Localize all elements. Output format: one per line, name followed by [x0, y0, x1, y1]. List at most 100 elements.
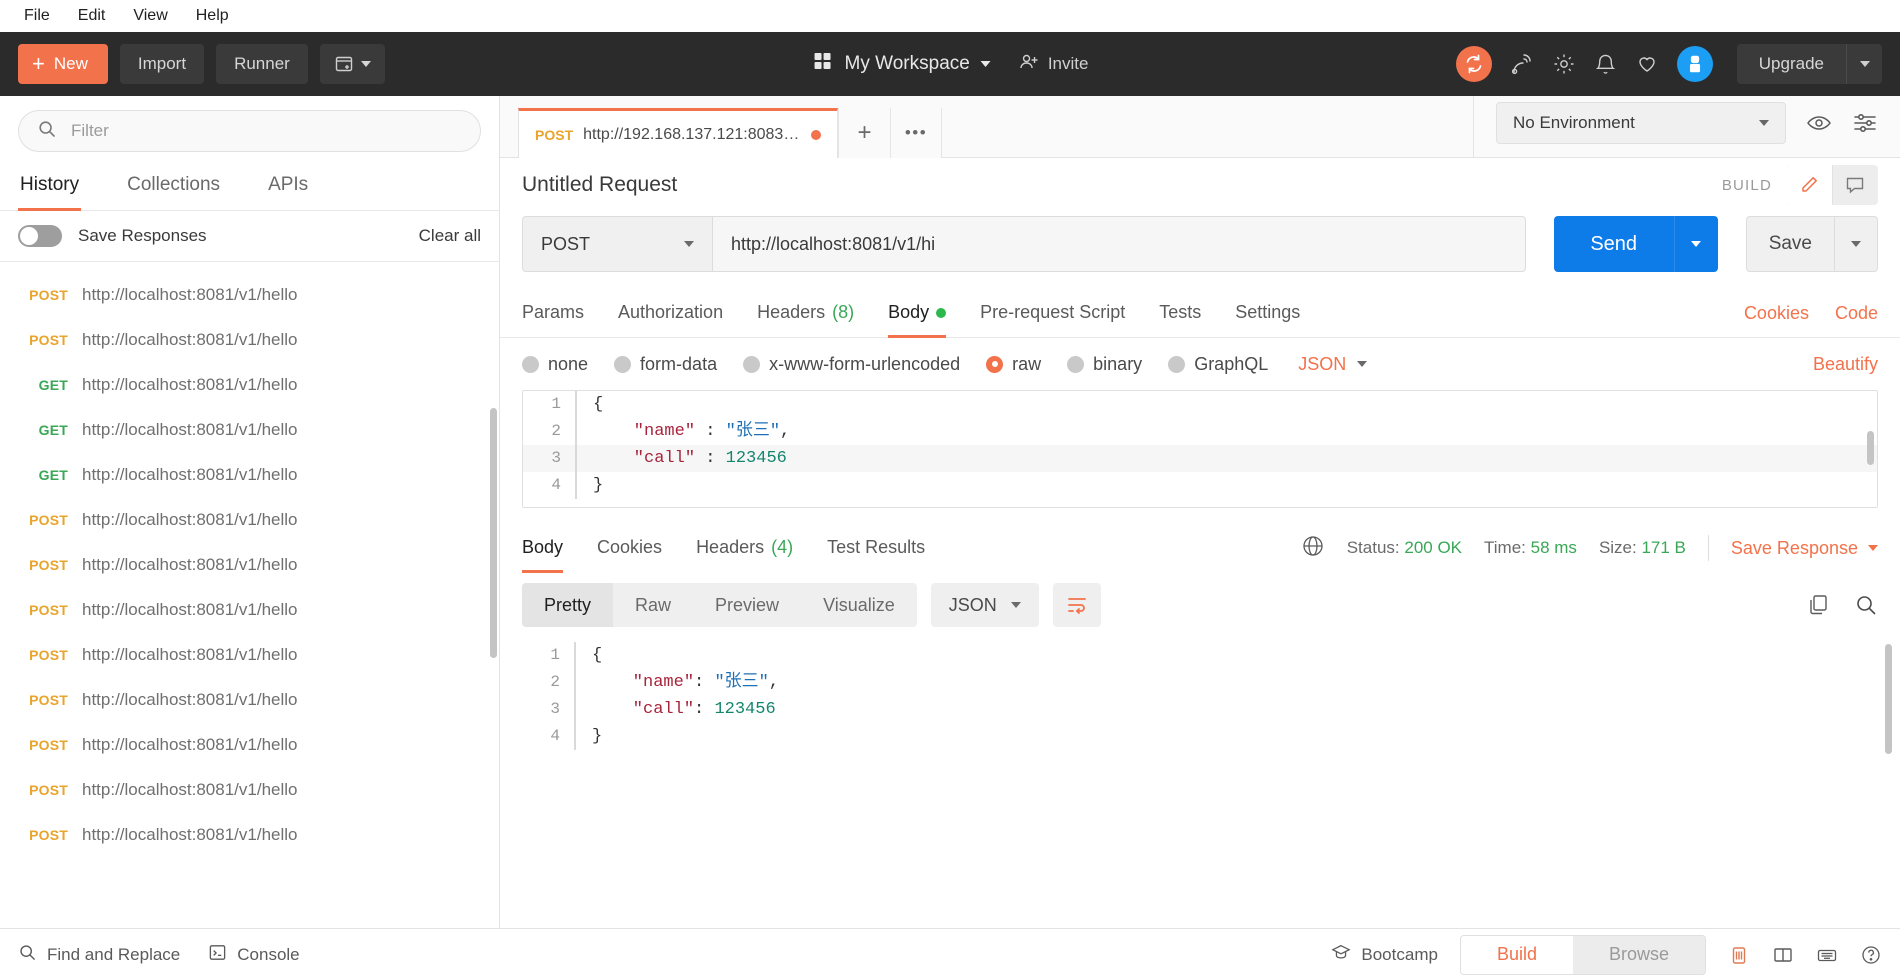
response-tab-test-results[interactable]: Test Results	[827, 525, 925, 573]
eye-icon[interactable]	[1806, 110, 1832, 136]
history-item[interactable]: POST http://localhost:8081/v1/hello	[0, 272, 499, 317]
body-option-form-data[interactable]: form-data	[614, 354, 717, 375]
save-response-button[interactable]: Save Response	[1731, 538, 1878, 559]
response-tab-cookies[interactable]: Cookies	[597, 525, 662, 573]
upgrade-button[interactable]: Upgrade	[1736, 44, 1846, 84]
request-tab[interactable]: POST http://192.168.137.121:8083/c...	[518, 108, 838, 158]
history-item[interactable]: GET http://localhost:8081/v1/hello	[0, 407, 499, 452]
tab-body[interactable]: Body	[888, 290, 947, 338]
history-item-method: POST	[29, 646, 68, 663]
history-item[interactable]: POST http://localhost:8081/v1/hello	[0, 767, 499, 812]
chevron-down-icon	[360, 61, 371, 67]
request-body-editor[interactable]: 1{2 "name" : "张三", 3 "call" : 123456 4}	[522, 390, 1878, 508]
url-input[interactable]	[712, 216, 1526, 272]
history-item-url: http://localhost:8081/v1/hello	[82, 824, 298, 844]
help-icon[interactable]	[1860, 944, 1882, 966]
heart-icon[interactable]	[1635, 52, 1659, 76]
history-item[interactable]: POST http://localhost:8081/v1/hello	[0, 632, 499, 677]
body-option-urlencoded[interactable]: x-www-form-urlencoded	[743, 354, 960, 375]
tab-settings[interactable]: Settings	[1235, 290, 1300, 338]
search-input[interactable]	[71, 121, 462, 141]
beautify-button[interactable]: Beautify	[1813, 354, 1878, 375]
menu-view[interactable]: View	[119, 4, 181, 28]
footer-browse-button[interactable]: Browse	[1572, 935, 1705, 974]
trash-icon[interactable]	[1728, 944, 1750, 966]
menu-help[interactable]: Help	[182, 4, 243, 28]
sidebar-tab-collections[interactable]: Collections	[125, 164, 222, 211]
workspace-selector[interactable]: My Workspace	[812, 50, 991, 78]
tab-tests[interactable]: Tests	[1159, 290, 1201, 338]
sync-icon[interactable]	[1455, 46, 1492, 82]
response-tab-headers[interactable]: Headers (4)	[696, 525, 793, 573]
footer-build-button[interactable]: Build	[1460, 935, 1573, 974]
more-tabs-button[interactable]: •••	[890, 108, 942, 158]
view-pretty[interactable]: Pretty	[522, 583, 614, 627]
comment-icon[interactable]	[1832, 165, 1878, 205]
save-request-button[interactable]: Save	[1745, 216, 1834, 272]
import-button[interactable]: Import	[119, 44, 205, 84]
tab-authorization[interactable]: Authorization	[618, 290, 723, 338]
cookies-link[interactable]: Cookies	[1744, 303, 1809, 324]
menu-edit[interactable]: Edit	[64, 4, 120, 28]
runner-button[interactable]: Runner	[216, 44, 308, 84]
sidebar-tab-history[interactable]: History	[18, 164, 82, 211]
body-option-binary[interactable]: binary	[1067, 354, 1142, 375]
response-scrollbar[interactable]	[1885, 644, 1892, 754]
history-item[interactable]: GET http://localhost:8081/v1/hello	[0, 452, 499, 497]
save-responses-toggle[interactable]	[18, 225, 62, 247]
save-dropdown-button[interactable]	[1834, 216, 1878, 272]
filter-box[interactable]	[18, 110, 481, 152]
history-item[interactable]: POST http://localhost:8081/v1/hello	[0, 587, 499, 632]
clear-all-button[interactable]: Clear all	[419, 226, 481, 246]
search-icon[interactable]	[1854, 593, 1878, 617]
view-preview[interactable]: Preview	[693, 583, 801, 627]
send-button[interactable]: Send	[1553, 216, 1674, 272]
response-format-selector[interactable]: JSON	[930, 583, 1039, 627]
tab-pre-request-script[interactable]: Pre-request Script	[980, 290, 1125, 338]
keyboard-icon[interactable]	[1816, 944, 1838, 966]
upgrade-dropdown-button[interactable]	[1846, 44, 1882, 84]
body-option-graphql[interactable]: GraphQL	[1168, 354, 1268, 375]
bell-icon[interactable]	[1594, 53, 1617, 76]
history-item[interactable]: GET http://localhost:8081/v1/hello	[0, 362, 499, 407]
sliders-icon[interactable]	[1852, 110, 1878, 136]
history-item[interactable]: POST http://localhost:8081/v1/hello	[0, 317, 499, 362]
pencil-icon[interactable]	[1786, 165, 1832, 205]
copy-icon[interactable]	[1806, 593, 1830, 617]
view-raw[interactable]: Raw	[613, 583, 693, 627]
new-window-button[interactable]	[319, 44, 385, 84]
tab-params[interactable]: Params	[522, 290, 584, 338]
user-avatar-icon[interactable]	[1676, 46, 1713, 82]
sidebar-scrollbar[interactable]	[490, 408, 497, 658]
wrap-lines-icon[interactable]	[1052, 583, 1101, 627]
satellite-icon[interactable]	[1510, 52, 1534, 76]
send-dropdown-button[interactable]	[1673, 216, 1718, 272]
bootcamp-button[interactable]: Bootcamp	[1331, 942, 1438, 967]
build-browse-toggle: Build Browse	[1459, 934, 1706, 975]
history-item[interactable]: POST http://localhost:8081/v1/hello	[0, 542, 499, 587]
environment-selector[interactable]: No Environment	[1496, 102, 1786, 144]
code-link[interactable]: Code	[1835, 303, 1878, 324]
body-option-raw[interactable]: raw	[986, 354, 1041, 375]
history-item[interactable]: POST http://localhost:8081/v1/hello	[0, 812, 499, 857]
method-selector[interactable]: POST	[522, 216, 712, 272]
tab-headers[interactable]: Headers (8)	[757, 290, 854, 338]
history-item[interactable]: POST http://localhost:8081/v1/hello	[0, 722, 499, 767]
console-button[interactable]: Console	[208, 943, 300, 967]
body-format-selector[interactable]: JSON	[1298, 354, 1368, 375]
invite-button[interactable]: Invite	[1019, 52, 1088, 77]
view-visualize[interactable]: Visualize	[801, 583, 917, 627]
find-and-replace-button[interactable]: Find and Replace	[18, 943, 180, 967]
history-item[interactable]: POST http://localhost:8081/v1/hello	[0, 677, 499, 722]
menu-file[interactable]: File	[10, 4, 64, 28]
add-tab-button[interactable]: +	[838, 108, 890, 158]
two-pane-icon[interactable]	[1772, 944, 1794, 966]
response-tab-body[interactable]: Body	[522, 525, 564, 573]
new-button[interactable]: + New	[18, 44, 108, 84]
request-body-code[interactable]: 1{2 "name" : "张三", 3 "call" : 123456 4}	[523, 391, 1877, 499]
history-item[interactable]: POST http://localhost:8081/v1/hello	[0, 497, 499, 542]
body-option-none[interactable]: none	[522, 354, 588, 375]
request-editor-scrollbar[interactable]	[1867, 431, 1874, 465]
sidebar-tab-apis[interactable]: APIs	[266, 164, 310, 211]
gear-icon[interactable]	[1552, 52, 1576, 76]
